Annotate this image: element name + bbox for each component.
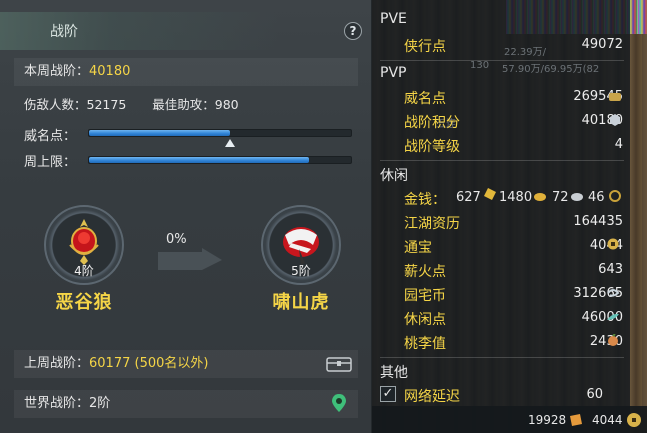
battle-rank-panel: 战阶 ? 本周战阶：40180 伤敌人数：52175 最佳助攻：980 威名点：…: [0, 0, 372, 433]
pve-section-title: PVE: [380, 11, 407, 27]
divider: [380, 60, 624, 61]
weekly-rank-value: 40180: [89, 64, 131, 79]
cap-bar: [88, 156, 352, 164]
panel-header: 战阶 ?: [0, 12, 372, 50]
world-rank-label: 世界战阶：: [24, 396, 90, 411]
divider: [380, 357, 624, 358]
last-week-label: 上周战阶：: [24, 356, 90, 371]
bg-text-b: 57.90万/69.95万(82: [502, 64, 600, 75]
bottom-left-value: 19928: [528, 413, 567, 427]
location-pin-icon[interactable]: [331, 393, 347, 413]
leisure-item-label: 通宝: [404, 240, 432, 256]
money-other: 46: [588, 190, 605, 205]
leisure-item-value: 643: [598, 262, 623, 277]
money-silver: 1480: [499, 190, 533, 205]
leisure-item-value: 164435: [573, 214, 623, 229]
money-label: 金钱：: [404, 192, 446, 208]
prestige-bar-label: 威名点：: [24, 129, 77, 144]
world-rank-value: 2阶: [89, 396, 111, 411]
house-coin-icon: [607, 289, 620, 297]
prestige-bar-fill: [89, 130, 231, 136]
rank-arrow-icon: [158, 248, 222, 270]
help-icon[interactable]: ?: [344, 22, 362, 40]
rank-progress-text: 0%: [166, 232, 187, 247]
chest-icon[interactable]: [326, 355, 352, 373]
assist-value: 980: [214, 97, 239, 112]
cap-bar-fill: [89, 157, 310, 163]
bottom-currency-bar: 19928 4044: [372, 406, 647, 433]
copper-coin-icon: [609, 190, 621, 202]
cap-bar-label: 周上限：: [24, 155, 77, 170]
world-rank-row: 世界战阶：2阶: [14, 390, 358, 418]
gold-coin-icon: [534, 193, 546, 201]
other-item-label: 网络延迟: [404, 389, 460, 405]
assist-label: 最佳助攻：: [152, 97, 215, 112]
ticket-icon[interactable]: [568, 412, 584, 428]
peach-icon: [608, 334, 618, 346]
pve-item-value: 49072: [581, 37, 623, 52]
prestige-icon: [609, 93, 621, 101]
pvp-section-title: PVP: [380, 65, 407, 81]
next-rank-name: 啸山虎: [272, 292, 330, 313]
prestige-bar: [88, 129, 352, 147]
other-section-title: 其他: [380, 365, 408, 381]
currency-panel: 22.39万/ 57.90万/69.95万(82 130 五连 PVE 侠行点 …: [372, 0, 647, 433]
silver-coin-icon: [571, 193, 583, 201]
leisure-section-title: 休闲: [380, 168, 408, 184]
bg-text-c: 130: [470, 60, 490, 71]
divider: [380, 160, 624, 161]
leisure-item-label: 园宅币: [404, 288, 446, 304]
leisure-point-icon: [607, 313, 619, 320]
tongbao-coin-icon: [607, 238, 619, 250]
bottom-right-value: 4044: [592, 413, 623, 427]
injured-label: 伤敌人数：: [24, 97, 87, 112]
other-item-value: 60: [586, 387, 603, 402]
latency-checkbox[interactable]: ✓: [380, 386, 396, 402]
money-gold: 627: [456, 190, 481, 205]
rank-points-icon: [610, 114, 620, 126]
combat-stats: 伤敌人数：52175 最佳助攻：980: [24, 94, 239, 113]
tongbao-coin-icon[interactable]: [626, 412, 642, 428]
pvp-item-label: 威名点: [404, 91, 446, 107]
leisure-item-label: 休闲点: [404, 312, 446, 328]
leisure-item-label: 江湖资历: [404, 216, 460, 232]
pvp-item-value: 4: [614, 137, 623, 152]
last-week-value: 60177 (500名以外): [89, 356, 209, 371]
next-rank-number: 5阶: [291, 264, 311, 278]
pvp-item-label: 战阶等级: [404, 139, 460, 155]
bg-text-a: 22.39万/: [504, 47, 546, 58]
gold-ingot-icon: [484, 188, 496, 200]
money-copper: 72: [552, 190, 569, 205]
pvp-item-label: 战阶积分: [404, 115, 460, 131]
leisure-item-label: 桃李值: [404, 336, 446, 352]
pve-item-label: 侠行点: [404, 39, 446, 55]
prestige-marker-icon: [225, 139, 236, 147]
injured-value: 52175: [86, 97, 127, 112]
leisure-item-label: 薪火点: [404, 264, 446, 280]
last-week-row: 上周战阶：60177 (500名以外): [14, 350, 358, 378]
current-rank-number: 4阶: [74, 264, 94, 278]
weekly-rank-label: 本周战阶：: [24, 64, 90, 79]
current-rank-name: 恶谷狼: [55, 292, 113, 313]
weekly-rank-row: 本周战阶：40180: [14, 58, 358, 86]
panel-title: 战阶: [50, 24, 78, 40]
